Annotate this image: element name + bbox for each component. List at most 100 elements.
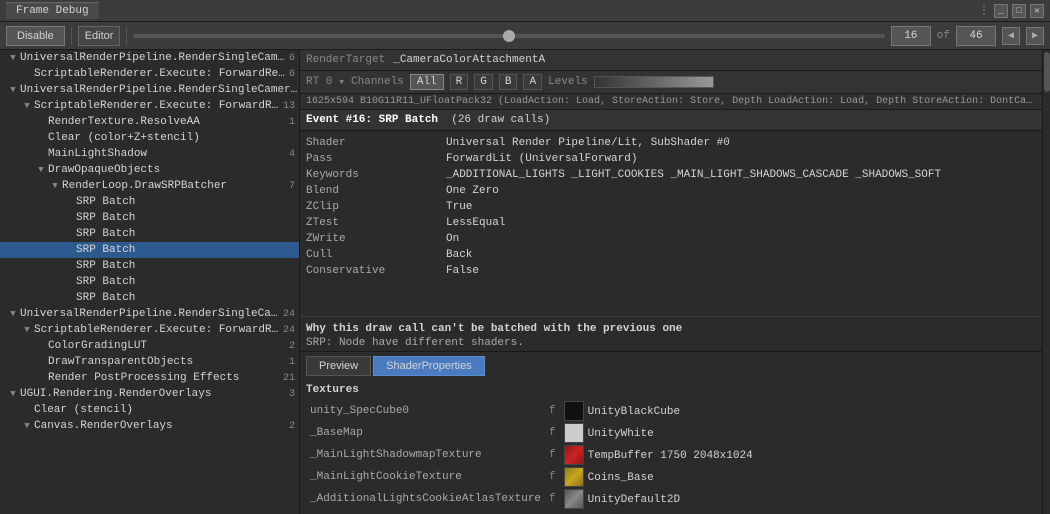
texture-value: TempBuffer 1750 2048x1024 [560, 444, 1036, 466]
tree-arrow-icon: ▼ [22, 101, 32, 111]
tree-item[interactable]: ▼UniversalRenderPipeline.RenderSingleCam… [0, 82, 299, 98]
tree-arrow-icon: ▼ [8, 309, 18, 319]
tree-item[interactable]: ColorGradingLUT2 [0, 338, 299, 354]
tree-item-label: UniversalRenderPipeline.RenderSingleCame… [20, 52, 287, 64]
tree-item-count: 6 [289, 53, 299, 64]
tree-item[interactable]: SRP Batch [0, 242, 299, 258]
tree-item[interactable]: ▼UniversalRenderPipeline.RenderSingleCam… [0, 50, 299, 66]
channel-r-btn[interactable]: R [450, 74, 469, 90]
tree-item[interactable]: RenderTexture.ResolveAA1 [0, 114, 299, 130]
levels-bar [594, 76, 714, 88]
tree-item[interactable]: SRP Batch [0, 274, 299, 290]
maximize-button[interactable]: □ [1012, 4, 1026, 18]
editor-dropdown[interactable]: Editor [78, 26, 121, 46]
prev-frame-button[interactable]: ◀ [1002, 27, 1020, 45]
prop-key: ZTest [306, 217, 446, 229]
prop-row: ZClipTrue [300, 199, 1042, 215]
of-label: of [937, 30, 950, 42]
tree-arrow-icon: ▼ [36, 165, 46, 175]
tree-item[interactable]: Clear (color+Z+stencil) [0, 130, 299, 146]
tree-item[interactable]: ▼Canvas.RenderOverlays2 [0, 418, 299, 434]
levels-label: Levels [548, 76, 588, 88]
prop-value: False [446, 265, 1036, 277]
draw-calls-label: (26 draw calls) [451, 114, 550, 126]
channel-b-btn[interactable]: B [499, 74, 518, 90]
props-area: ShaderUniversal Render Pipeline/Lit, Sub… [300, 131, 1042, 316]
tree-item[interactable]: MainLightShadow4 [0, 146, 299, 162]
tree-item[interactable]: SRP Batch [0, 226, 299, 242]
tree-item[interactable]: ▼ScriptableRenderer.Execute: ForwardRend… [0, 322, 299, 338]
tree-item-label: ScriptableRenderer.Execute: ForwardRende… [34, 68, 287, 80]
texture-icon [564, 445, 584, 465]
close-button[interactable]: ✕ [1030, 4, 1044, 18]
tree-item-count: 1 [289, 117, 299, 128]
tree-item[interactable]: SRP Batch [0, 194, 299, 210]
prop-value: _ADDITIONAL_LIGHTS _LIGHT_COOKIES _MAIN_… [446, 169, 1036, 181]
texture-value: Coins_Base [560, 466, 1036, 488]
tree-item[interactable]: ▼UGUI.Rendering.RenderOverlays3 [0, 386, 299, 402]
tree-item[interactable]: ScriptableRenderer.Execute: ForwardRende… [0, 66, 299, 82]
tree-item-count: 1 [289, 357, 299, 368]
tree-item[interactable]: SRP Batch [0, 258, 299, 274]
tree-item[interactable]: ▼DrawOpaqueObjects [0, 162, 299, 178]
right-scrollbar[interactable] [1042, 50, 1050, 514]
tree-item[interactable]: ▼UniversalRenderPipeline.RenderSingleCam… [0, 306, 299, 322]
texture-name: _MainLightShadowmapTexture [306, 444, 545, 466]
prop-key: Pass [306, 153, 446, 165]
tree-item[interactable]: Render PostProcessing Effects21 [0, 370, 299, 386]
prop-value: ForwardLit (UniversalForward) [446, 153, 1036, 165]
right-panel: RenderTarget _CameraColorAttachmentA RT … [300, 50, 1042, 514]
scrollbar-thumb[interactable] [1044, 52, 1050, 92]
next-frame-button[interactable]: ▶ [1026, 27, 1044, 45]
render-target-bar: RenderTarget _CameraColorAttachmentA [300, 50, 1042, 71]
channel-g-btn[interactable]: G [474, 74, 493, 90]
textures-title: Textures [306, 384, 1036, 396]
rt-dropdown-arrow[interactable]: ▾ [338, 75, 345, 89]
minimize-button[interactable]: _ [994, 4, 1008, 18]
texture-value: UnityWhite [560, 422, 1036, 444]
disable-button[interactable]: Disable [6, 26, 65, 46]
texture-flag: f [545, 422, 560, 444]
prop-row: PassForwardLit (UniversalForward) [300, 151, 1042, 167]
texture-name: _AdditionalLightsCookieAtlasTexture [306, 488, 545, 510]
tree-arrow-icon: ▼ [8, 53, 18, 63]
tree-item-count: 7 [289, 181, 299, 192]
channel-a-btn[interactable]: A [523, 74, 542, 90]
tree-item[interactable]: SRP Batch [0, 210, 299, 226]
title-tab[interactable]: Frame Debug [6, 2, 99, 19]
tree-item-label: SRP Batch [76, 196, 299, 208]
main-content: ▼UniversalRenderPipeline.RenderSingleCam… [0, 50, 1050, 514]
texture-value: UnityDefault2D [560, 488, 1036, 510]
event-header: Event #16: SRP Batch (26 draw calls) [300, 110, 1042, 131]
tab-button-shaderproperties[interactable]: ShaderProperties [373, 356, 485, 376]
texture-icon [564, 467, 584, 487]
frame-slider-thumb[interactable] [503, 30, 515, 42]
tree-item[interactable]: ▼RenderLoop.DrawSRPBatcher7 [0, 178, 299, 194]
texture-flag: f [545, 488, 560, 510]
tree-item-count: 24 [283, 309, 299, 320]
tree-item[interactable]: DrawTransparentObjects1 [0, 354, 299, 370]
tree-item-label: ScriptableRenderer.Execute: ForwardRende… [34, 100, 281, 112]
tree-item-count: 13 [283, 101, 299, 112]
tree-item[interactable]: Clear (stencil) [0, 402, 299, 418]
texture-flag: f [545, 444, 560, 466]
prop-row: CullBack [300, 247, 1042, 263]
tree-item-count: 4 [289, 149, 299, 160]
texture-icon [564, 489, 584, 509]
frame-slider-track[interactable] [133, 34, 884, 38]
texture-row: unity_SpecCube0fUnityBlackCube [306, 400, 1036, 422]
prop-row: Keywords_ADDITIONAL_LIGHTS _LIGHT_COOKIE… [300, 167, 1042, 183]
tab-button-preview[interactable]: Preview [306, 356, 371, 376]
tree-item[interactable]: SRP Batch [0, 290, 299, 306]
tree-item-label: Canvas.RenderOverlays [34, 420, 287, 432]
tree-item-label: RenderLoop.DrawSRPBatcher [62, 180, 287, 192]
channel-all-btn[interactable]: All [410, 74, 444, 90]
toolbar: Disable Editor 16 of 46 ◀ ▶ [0, 22, 1050, 50]
tree-item-label: UniversalRenderPipeline.RenderSingleCame… [20, 84, 299, 96]
prop-value: Universal Render Pipeline/Lit, SubShader… [446, 137, 1036, 149]
prop-value: LessEqual [446, 217, 1036, 229]
tree-item[interactable]: ▼ScriptableRenderer.Execute: ForwardRend… [0, 98, 299, 114]
frame-number-box[interactable]: 16 [891, 26, 931, 46]
tab-buttons: PreviewShaderProperties [300, 351, 1042, 380]
tree-item-label: DrawTransparentObjects [48, 356, 287, 368]
